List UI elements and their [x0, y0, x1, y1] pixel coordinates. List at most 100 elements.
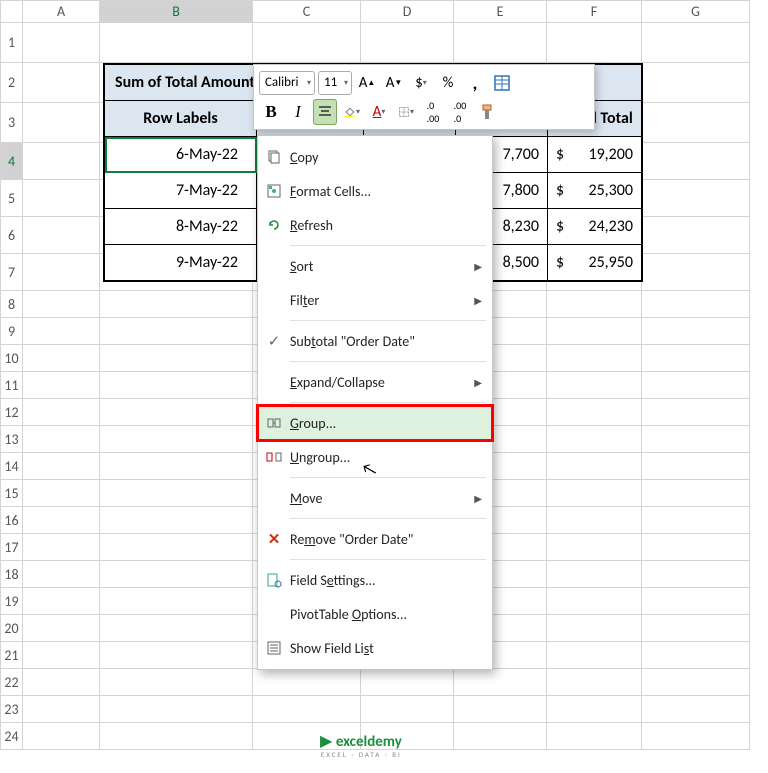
- cell[interactable]: [642, 318, 750, 345]
- cell[interactable]: [642, 143, 750, 180]
- menu-item-filter[interactable]: Filter▶: [258, 283, 492, 317]
- cell[interactable]: [547, 453, 642, 480]
- row-head-22[interactable]: 22: [1, 669, 23, 696]
- cell[interactable]: [642, 534, 750, 561]
- cell[interactable]: [642, 63, 750, 103]
- cell[interactable]: [23, 588, 100, 615]
- cell[interactable]: [361, 696, 454, 723]
- row-head-21[interactable]: 21: [1, 642, 23, 669]
- cell[interactable]: [642, 453, 750, 480]
- font-name-dropdown[interactable]: Calibri▾: [259, 71, 315, 95]
- cell[interactable]: [642, 669, 750, 696]
- cell[interactable]: [23, 23, 100, 63]
- pivot-row-date[interactable]: 8-May-22: [105, 209, 257, 245]
- row-head-24[interactable]: 24: [1, 723, 23, 750]
- cell[interactable]: [547, 561, 642, 588]
- font-color-button[interactable]: A▾: [367, 99, 391, 125]
- decrease-decimal-button[interactable]: .00.0: [448, 99, 472, 125]
- cell[interactable]: [23, 561, 100, 588]
- cell[interactable]: [100, 23, 253, 63]
- menu-item-format-cells[interactable]: Format Cells...: [258, 174, 492, 208]
- cell[interactable]: [23, 103, 100, 143]
- cell[interactable]: [100, 588, 253, 615]
- row-head-9[interactable]: 9: [1, 318, 23, 345]
- increase-decimal-button[interactable]: .0.00: [421, 99, 445, 125]
- row-head-6[interactable]: 6: [1, 217, 23, 254]
- borders-button[interactable]: ▾: [394, 99, 418, 125]
- cell[interactable]: [642, 372, 750, 399]
- cell[interactable]: [23, 63, 100, 103]
- row-head-1[interactable]: 1: [1, 23, 23, 63]
- cell[interactable]: [23, 615, 100, 642]
- cell[interactable]: [642, 345, 750, 372]
- cell[interactable]: [361, 669, 454, 696]
- pivot-value[interactable]: $25,300: [548, 173, 642, 209]
- menu-item-pivottable-options[interactable]: PivotTable Options...: [258, 597, 492, 631]
- cell[interactable]: [454, 669, 547, 696]
- cell[interactable]: [454, 696, 547, 723]
- col-head-f[interactable]: F: [547, 1, 642, 23]
- cell[interactable]: [253, 23, 361, 63]
- cell[interactable]: [23, 318, 100, 345]
- cell[interactable]: [100, 291, 253, 318]
- cell[interactable]: [100, 696, 253, 723]
- menu-item-copy[interactable]: Copy: [258, 140, 492, 174]
- cell[interactable]: [547, 723, 642, 750]
- cell[interactable]: [547, 399, 642, 426]
- col-head-d[interactable]: D: [361, 1, 454, 23]
- fill-color-button[interactable]: ▾: [340, 99, 364, 125]
- menu-item-sort[interactable]: Sort▶: [258, 249, 492, 283]
- pivot-value[interactable]: $19,200: [548, 137, 642, 173]
- menu-item-remove-order-date[interactable]: ✕Remove "Order Date": [258, 522, 492, 556]
- menu-item-expand-collapse[interactable]: Expand/Collapse▶: [258, 365, 492, 399]
- cell[interactable]: [642, 23, 750, 63]
- cell[interactable]: [642, 103, 750, 143]
- cell[interactable]: [547, 642, 642, 669]
- cell[interactable]: [547, 507, 642, 534]
- pivot-row-date[interactable]: 7-May-22: [105, 173, 257, 209]
- cell[interactable]: [547, 696, 642, 723]
- row-head-16[interactable]: 16: [1, 507, 23, 534]
- cell[interactable]: [100, 345, 253, 372]
- cell[interactable]: [100, 615, 253, 642]
- cell[interactable]: [23, 480, 100, 507]
- percent-format-icon[interactable]: %: [436, 70, 460, 96]
- col-head-e[interactable]: E: [454, 1, 547, 23]
- cell[interactable]: [642, 561, 750, 588]
- pivot-value[interactable]: $24,230: [548, 209, 642, 245]
- row-head-5[interactable]: 5: [1, 180, 23, 217]
- cell[interactable]: [642, 399, 750, 426]
- font-size-dropdown[interactable]: 11▾: [318, 71, 352, 95]
- row-head-14[interactable]: 14: [1, 453, 23, 480]
- cell[interactable]: [100, 318, 253, 345]
- italic-button[interactable]: I: [286, 99, 310, 125]
- row-head-20[interactable]: 20: [1, 615, 23, 642]
- cell[interactable]: [642, 507, 750, 534]
- col-head-c[interactable]: C: [253, 1, 361, 23]
- cell[interactable]: [642, 723, 750, 750]
- cell[interactable]: [547, 291, 642, 318]
- bold-button[interactable]: B: [259, 99, 283, 125]
- row-head-3[interactable]: 3: [1, 103, 23, 143]
- cell[interactable]: [642, 426, 750, 453]
- row-head-17[interactable]: 17: [1, 534, 23, 561]
- cell[interactable]: [23, 345, 100, 372]
- cell[interactable]: [361, 23, 454, 63]
- cell[interactable]: [23, 217, 100, 254]
- cell[interactable]: [642, 180, 750, 217]
- menu-item-move[interactable]: Move▶: [258, 481, 492, 515]
- cell[interactable]: [23, 426, 100, 453]
- pivot-row-date[interactable]: 6-May-22: [105, 137, 257, 173]
- cell[interactable]: [642, 291, 750, 318]
- cell[interactable]: [642, 642, 750, 669]
- cell[interactable]: [23, 696, 100, 723]
- col-head-g[interactable]: G: [642, 1, 750, 23]
- increase-font-icon[interactable]: A▲: [355, 70, 379, 96]
- cell[interactable]: [100, 399, 253, 426]
- cell[interactable]: [642, 217, 750, 254]
- cell[interactable]: [100, 480, 253, 507]
- row-head-15[interactable]: 15: [1, 480, 23, 507]
- cell[interactable]: [100, 534, 253, 561]
- cell[interactable]: [23, 507, 100, 534]
- row-head-2[interactable]: 2: [1, 63, 23, 103]
